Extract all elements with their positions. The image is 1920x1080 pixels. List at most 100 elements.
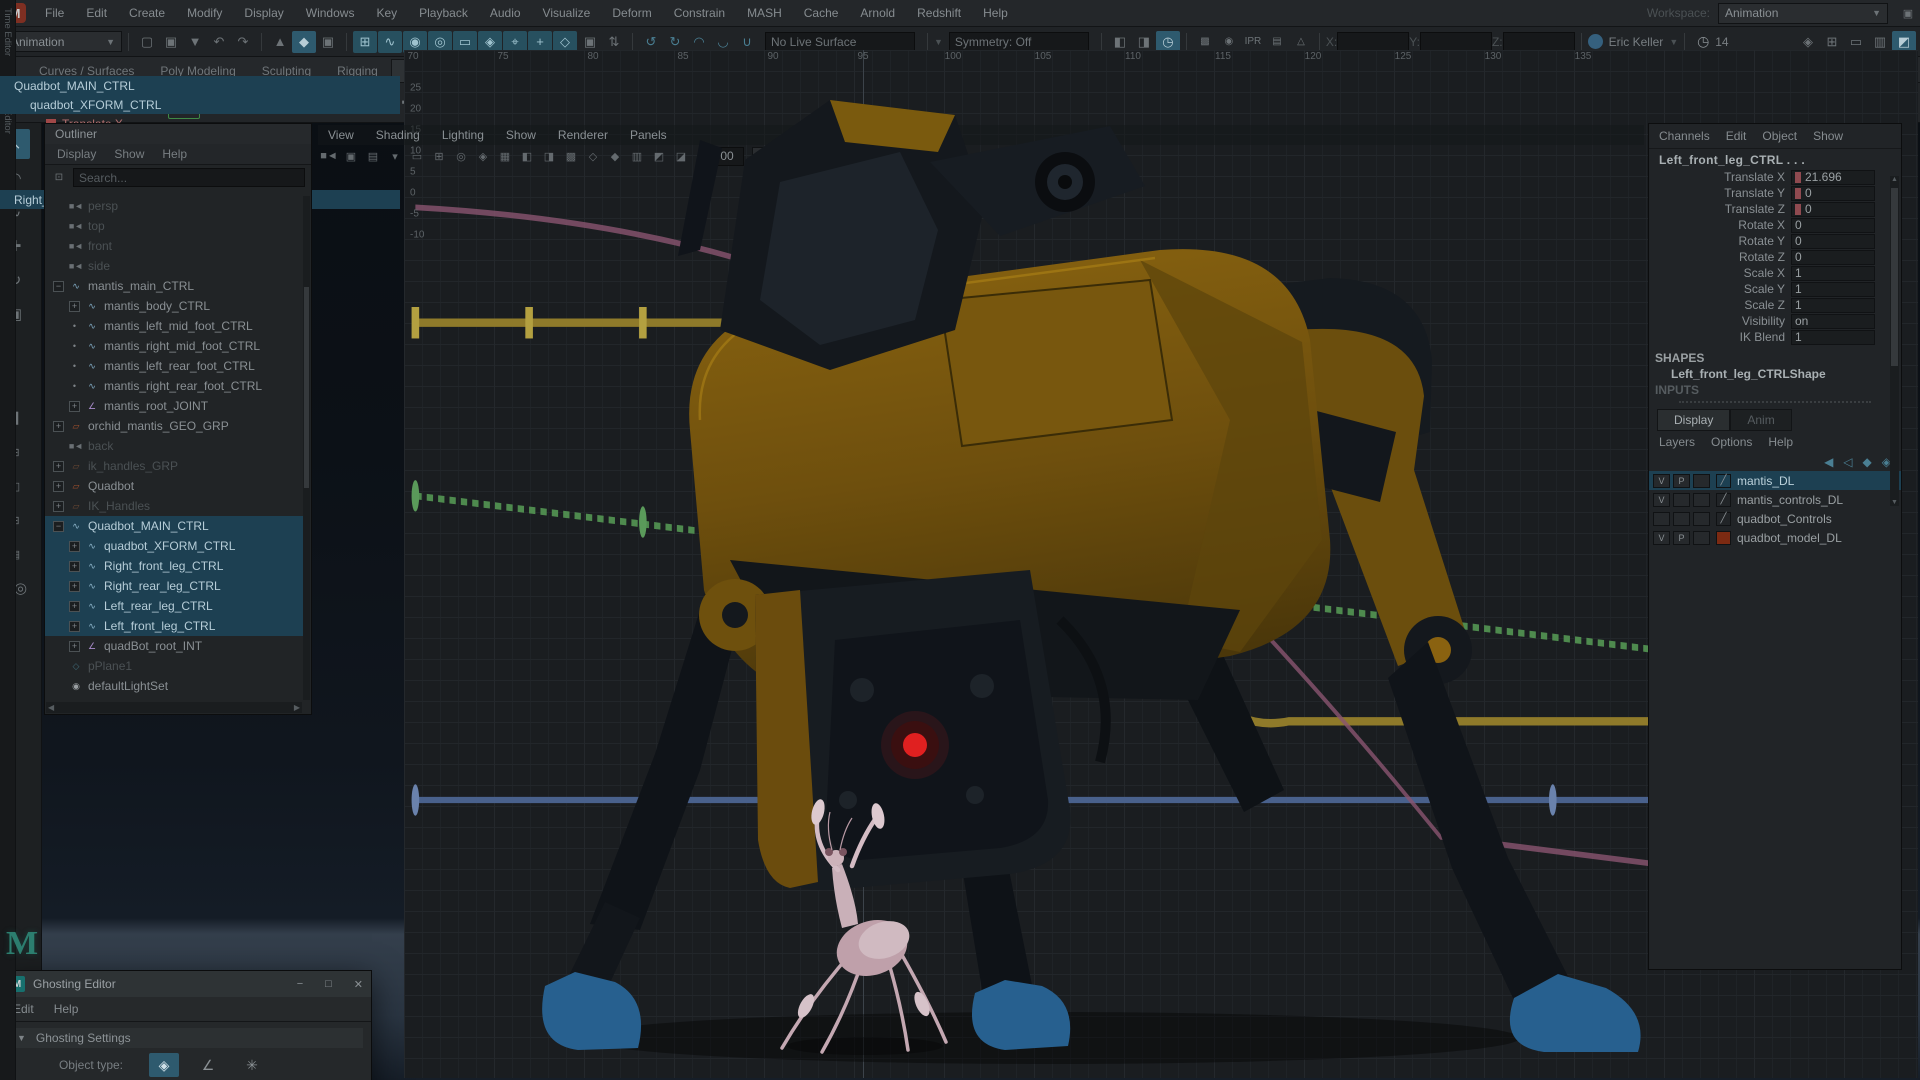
textured-icon[interactable]: ▥ [626,147,648,166]
gate-mask-icon[interactable]: ◨ [538,147,560,166]
snap-grid-icon[interactable]: ⊞ [353,31,377,53]
outliner-item[interactable]: − ∿ mantis_main_CTRL [45,276,303,296]
expand-toggle[interactable]: • [69,341,80,352]
viewport-menu-item[interactable]: View [328,128,354,142]
layer-display-type-toggle[interactable] [1693,531,1710,545]
expand-toggle[interactable]: + [53,421,64,432]
menu-item[interactable]: Key [365,6,408,20]
graph-tree-item[interactable]: quadbot_XFORM_CTRL [0,95,400,114]
outliner-item[interactable]: ◉ defaultLightSet [45,676,303,696]
viewport-menu-item[interactable]: Panels [630,128,667,142]
workspace-lock-icon[interactable]: ▣ [1896,2,1920,24]
outliner-item[interactable]: ◉ defaultObjectSet [45,696,303,700]
expand-toggle[interactable]: + [69,621,80,632]
channel-row[interactable]: Rotate Y 0 [1649,233,1901,249]
graph-tree-item[interactable]: Quadbot_MAIN_CTRL [0,76,400,95]
display-layer-row[interactable]: ╱ quadbot_Controls [1649,509,1901,528]
channel-row[interactable]: Visibility on [1649,313,1901,329]
smooth-shade-icon[interactable]: ◆ [604,147,626,166]
menu-item[interactable]: Visualize [532,6,602,20]
new-scene-icon[interactable]: ▢ [135,31,159,53]
channel-value-field[interactable]: 21.696 [1791,170,1875,185]
display-layer-row[interactable]: V P quadbot_model_DL [1649,528,1901,547]
channel-box-menu-item[interactable]: Show [1813,129,1843,143]
layer-visibility-toggle[interactable]: V [1653,474,1670,488]
move-layer-up-icon[interactable]: ◀ [1824,455,1833,469]
selected-object-name[interactable]: Left_front_leg_CTRL . . . [1649,149,1901,169]
layer-menu-item[interactable]: Layers [1659,435,1695,449]
expand-toggle[interactable]: + [69,401,80,412]
channel-row[interactable]: Translate X 21.696 [1649,169,1901,185]
menu-item[interactable]: Audio [479,6,532,20]
expand-toggle[interactable]: + [69,561,80,572]
move-layer-down-icon[interactable]: ◁ [1843,455,1852,469]
expand-toggle[interactable] [53,241,64,252]
channel-box-menu-item[interactable]: Object [1762,129,1797,143]
outliner-menu-item[interactable]: Help [162,147,187,161]
layer-color-swatch[interactable]: ╱ [1716,474,1731,488]
select-object-icon[interactable]: ◆ [292,31,316,53]
expand-toggle[interactable]: + [53,501,64,512]
channel-row[interactable]: Rotate X 0 [1649,217,1901,233]
live-surface-field[interactable]: No Live Surface [765,32,915,51]
menu-item[interactable]: File [34,6,75,20]
outliner-item[interactable]: ■◄ persp [45,196,303,216]
expand-toggle[interactable] [53,201,64,212]
menu-item[interactable]: Redshift [906,6,972,20]
outliner-item[interactable]: + ∿ Right_rear_leg_CTRL [45,576,303,596]
menu-item[interactable]: Create [118,6,176,20]
channel-row[interactable]: Scale X 1 [1649,265,1901,281]
outliner-item[interactable]: + ∿ Left_front_leg_CTRL [45,616,303,636]
select-camera-icon[interactable]: ■◄ [318,147,340,166]
layer-playback-toggle[interactable] [1673,512,1690,526]
layer-menu-item[interactable]: Options [1711,435,1752,449]
layer-playback-toggle[interactable]: P [1673,474,1690,488]
outliner-item[interactable]: ■◄ side [45,256,303,276]
shape-node-name[interactable]: Left_front_leg_CTRLShape [1649,365,1901,381]
outliner-vscrollbar[interactable] [303,196,310,700]
channel-value-field[interactable]: on [1791,314,1875,329]
expand-toggle[interactable]: + [69,601,80,612]
shadows-icon[interactable]: ◪ [670,147,692,166]
outliner-item[interactable]: − ∿ Quadbot_MAIN_CTRL [45,516,303,536]
outliner-item[interactable]: • ∿ mantis_right_rear_foot_CTRL [45,376,303,396]
expand-toggle[interactable]: • [69,381,80,392]
channel-value-field[interactable]: 0 [1791,218,1875,233]
layer-editor-tab[interactable]: Anim [1730,409,1791,431]
layer-color-swatch[interactable] [1716,531,1731,545]
wireframe-icon[interactable]: ◇ [582,147,604,166]
resolution-gate-icon[interactable]: ◧ [516,147,538,166]
expand-toggle[interactable]: − [53,281,64,292]
undo-icon[interactable]: ↶ [207,31,231,53]
z-input[interactable] [1503,32,1575,51]
symmetry-field[interactable]: Symmetry: Off [949,32,1089,51]
outliner-item[interactable]: ■◄ front [45,236,303,256]
expand-toggle[interactable] [53,681,64,692]
outliner-filter-icon[interactable]: ⊡ [51,170,67,186]
expand-toggle[interactable] [53,441,64,452]
lighting-icon[interactable]: ◩ [648,147,670,166]
channel-value-field[interactable]: 0 [1791,250,1875,265]
menu-item[interactable]: Modify [176,6,233,20]
pane-splitter[interactable] [1679,401,1871,403]
outliner-menu-item[interactable]: Display [57,147,96,161]
outliner-menu-item[interactable]: Show [114,147,144,161]
menu-item[interactable]: MASH [736,6,793,20]
expand-toggle[interactable] [53,221,64,232]
color-space-dropdown[interactable]: ACES 1.0 SDR-video (sRGB)▼ [752,147,964,166]
outliner-item[interactable]: + ∿ mantis_body_CTRL [45,296,303,316]
camera-attributes-icon[interactable]: ▤ [362,147,384,166]
outliner-hscrollbar[interactable]: ◀▶ [46,702,302,713]
expand-toggle[interactable] [53,261,64,272]
channel-value-field[interactable]: 0 [1791,234,1875,249]
menu-item[interactable]: Cache [793,6,850,20]
expand-toggle[interactable]: + [69,641,80,652]
open-scene-icon[interactable]: ▣ [159,31,183,53]
outliner-item[interactable]: + ▱ Quadbot [45,476,303,496]
layer-menu-item[interactable]: Help [1768,435,1793,449]
editor-side-tab[interactable]: Time Editor [2,8,13,56]
layer-visibility-toggle[interactable]: V [1653,493,1670,507]
viewport-menu-item[interactable]: Lighting [442,128,484,142]
layer-editor-tab[interactable]: Display [1657,409,1730,431]
menu-item[interactable]: Deform [601,6,662,20]
